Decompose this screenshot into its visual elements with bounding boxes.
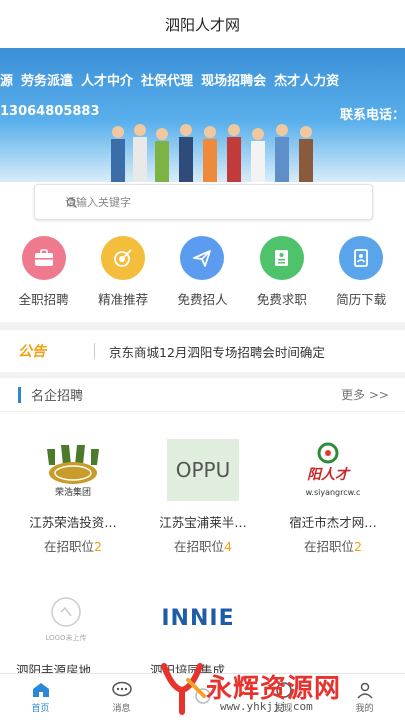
company-logo: 荣浩集团	[13, 436, 133, 504]
job-count: 在招职位2	[273, 536, 393, 555]
logo-placeholder-icon: LOGO未上传	[45, 597, 87, 642]
more-link[interactable]: 更多 >>	[341, 386, 389, 403]
banner-services: 源 劳务派遣 人才中介 社保代理 现场招聘会 杰才人力资	[0, 70, 405, 94]
oppu-logo-icon: OPPU	[167, 439, 239, 501]
quick-link-label: 免费求职	[256, 292, 307, 307]
jiecai-logo-icon: 阳人才 w.siyangrcw.c	[306, 442, 361, 497]
section-title: 名企招聘	[0, 385, 83, 404]
banner-service: 劳务派遣	[21, 74, 74, 89]
innie-logo-icon: INNIE	[161, 605, 235, 631]
job-count-prefix: 在招职位	[304, 539, 355, 554]
company-logo: INNIE	[138, 584, 258, 652]
banner-contact-label: 联系电话：	[339, 108, 405, 123]
quick-link-recommend[interactable]: 精准推荐	[85, 232, 161, 322]
job-count-prefix: 在招职位	[174, 539, 225, 554]
briefcase-icon	[21, 236, 66, 280]
search-icon	[66, 197, 77, 208]
job-count-prefix: 在招职位	[44, 539, 95, 554]
svg-text:LOGO未上传: LOGO未上传	[45, 633, 86, 642]
svg-text:w.siyangrcw.c: w.siyangrcw.c	[306, 488, 361, 497]
discover-icon	[275, 681, 292, 698]
app-header: 泗阳人才网	[0, 0, 405, 48]
quick-link-label: 简历下载	[336, 292, 387, 307]
featured-companies: 名企招聘 更多 >> 荣浩集团 江苏荣浩投资… 在招职位2 OPPU 江苏宝浦莱…	[0, 378, 405, 678]
notice-bar[interactable]: 公告 京东商城12月泗阳专场招聘会时间确定	[0, 330, 405, 372]
company-name: 江苏宝浦莱半…	[159, 515, 247, 530]
page-title: 泗阳人才网	[164, 15, 240, 34]
job-count-number: 2	[354, 539, 362, 554]
company-logo: LOGO未上传	[6, 584, 126, 652]
user-icon	[356, 682, 373, 699]
quick-link-hire[interactable]: 免费招人	[164, 232, 240, 322]
tab-center[interactable]	[162, 687, 243, 707]
target-icon	[101, 236, 146, 280]
banner-service: 社保代理	[141, 74, 194, 89]
quick-links: 全职招聘 精准推荐 免费招人 免费求职 简历下载	[0, 232, 405, 322]
svg-text:阳人才: 阳人才	[307, 466, 351, 483]
search-input[interactable]: 请输入关键字	[34, 184, 373, 220]
tab-label: 发现	[274, 703, 293, 714]
notice-tag: 公告	[18, 344, 46, 360]
quick-link-label: 全职招聘	[18, 292, 69, 307]
home-icon	[32, 682, 49, 697]
tab-label: 消息	[112, 703, 131, 714]
quick-link-label: 免费招人	[177, 292, 228, 307]
search-area: 请输入关键字	[0, 182, 405, 232]
tab-messages[interactable]: 消息	[81, 681, 162, 714]
notice-text: 京东商城12月泗阳专场招聘会时间确定	[109, 344, 325, 360]
title-accent-bar	[18, 386, 21, 403]
section-title-text: 名企招聘	[31, 389, 84, 404]
tab-label: 首页	[31, 703, 50, 714]
svg-text:荣浩集团: 荣浩集团	[55, 486, 91, 498]
tab-label: 我的	[355, 703, 374, 714]
quick-link-fulltime[interactable]: 全职招聘	[6, 232, 82, 322]
banner-service: 现场招聘会	[201, 74, 267, 89]
divider	[94, 343, 95, 359]
quick-link-label: 精准推荐	[98, 292, 149, 307]
job-count-number: 4	[224, 539, 232, 554]
banner-service: 人才中介	[81, 74, 134, 89]
section-header: 名企招聘 更多 >>	[0, 378, 405, 412]
chat-icon	[111, 681, 132, 696]
resume-icon	[259, 236, 304, 280]
company-logo: 阳人才 w.siyangrcw.c	[273, 436, 393, 504]
document-user-icon	[339, 236, 384, 280]
paper-plane-icon	[180, 236, 225, 280]
job-count-number: 2	[94, 539, 102, 554]
tab-home[interactable]: 首页	[0, 681, 81, 714]
banner-service: 杰才人力资	[274, 74, 340, 89]
company-logo: OPPU	[143, 436, 263, 504]
ronghao-logo-icon: 荣浩集团	[47, 445, 99, 498]
center-icon	[194, 688, 211, 704]
banner-service: 源	[0, 74, 14, 89]
job-count: 在招职位4	[143, 536, 263, 555]
banner-phone: 13064805883	[0, 104, 100, 119]
company-grid: 荣浩集团 江苏荣浩投资… 在招职位2 OPPU 江苏宝浦莱半… 在招职位4 阳人…	[0, 412, 405, 678]
tab-profile[interactable]: 我的	[324, 681, 405, 714]
quick-link-jobseek[interactable]: 免费求职	[244, 232, 320, 322]
promo-banner[interactable]: 源 劳务派遣 人才中介 社保代理 现场招聘会 杰才人力资 13064805883…	[0, 48, 405, 182]
company-name: 宿迁市杰才网…	[289, 515, 377, 530]
company-name: 江苏荣浩投资…	[29, 515, 117, 530]
job-count: 在招职位2	[13, 536, 133, 555]
quick-link-download[interactable]: 简历下载	[323, 232, 399, 322]
tab-discover[interactable]: 发现	[243, 681, 324, 714]
banner-people-image	[111, 124, 313, 182]
bottom-tab-bar: 首页 消息 发现 我的	[0, 673, 405, 720]
